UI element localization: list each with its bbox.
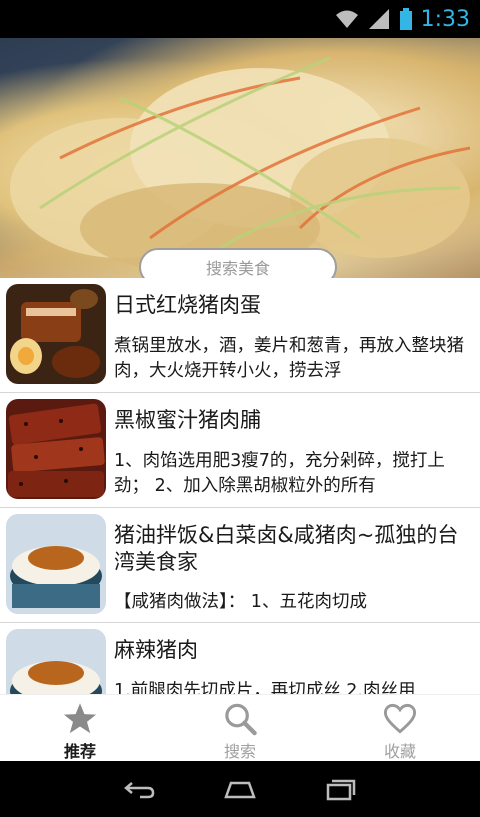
status-bar: 1:33 [0, 0, 480, 38]
recipe-item-4[interactable]: 麻辣猪肉 1.前腿肉先切成片，再切成丝 2.肉丝用 [0, 623, 480, 694]
recipe-item-3[interactable]: 猪油拌饭&白菜卤&咸猪肉~孤独的台湾美食家 【咸猪肉做法】： 1、五花肉切成 [0, 508, 480, 623]
recipe-item-1[interactable]: 日式红烧猪肉蛋 煮锅里放水，酒，姜片和葱青，再放入整块猪肉，大火烧开转小火，捞去… [0, 278, 480, 393]
recent-apps-icon[interactable] [322, 777, 358, 801]
recipe-title: 日式红烧猪肉蛋 [114, 293, 261, 317]
tab-label: 推荐 [63, 742, 96, 761]
star-icon [63, 703, 97, 734]
heart-icon [383, 703, 417, 734]
tab-label: 收藏 [383, 742, 416, 761]
search-icon [225, 703, 257, 736]
recipe-description: 1、肉馅选用肥3瘦7的，充分剁碎，搅打上劲； 2、加入除黑胡椒粒外的所有 [114, 451, 445, 496]
hero-food-illustration [10, 56, 471, 273]
battery-icon [399, 8, 412, 30]
recipe-title: 猪油拌饭&白菜卤&咸猪肉~孤独的台湾美食家 [114, 523, 459, 574]
recipe-description: 【咸猪肉做法】： 1、五花肉切成 [114, 592, 367, 612]
recipe-title: 黑椒蜜汁猪肉脯 [114, 408, 261, 432]
tab-label: 搜索 [223, 742, 256, 761]
system-navigation-bar [0, 761, 480, 817]
search-input[interactable]: 搜索美食 [139, 248, 337, 278]
wifi-icon [335, 10, 358, 28]
tab-search[interactable]: 搜索 [160, 695, 320, 762]
signal-icon [368, 9, 389, 29]
tab-favorites[interactable]: 收藏 [320, 695, 480, 762]
recipe-description: 1.前腿肉先切成片，再切成丝 2.肉丝用 [114, 681, 416, 694]
home-icon[interactable] [222, 777, 258, 801]
recipe-thumbnail [6, 514, 106, 614]
recipe-list[interactable]: 日式红烧猪肉蛋 煮锅里放水，酒，姜片和葱青，再放入整块猪肉，大火烧开转小火，捞去… [0, 278, 480, 694]
recipe-thumbnail [6, 284, 106, 384]
recipe-title: 麻辣猪肉 [114, 638, 198, 662]
search-placeholder: 搜索美食 [205, 259, 270, 278]
recipe-thumbnail [6, 399, 106, 499]
recipe-thumbnail [6, 629, 106, 694]
hero-banner-image: 搜索美食 [0, 38, 480, 278]
status-time: 1:33 [420, 6, 470, 32]
tab-recommend[interactable]: 推荐 [0, 695, 160, 762]
recipe-description: 煮锅里放水，酒，姜片和葱青，再放入整块猪肉，大火烧开转小火，捞去浮 [114, 336, 464, 381]
bottom-tab-bar: 推荐 搜索 收藏 [0, 694, 480, 762]
back-icon[interactable] [122, 777, 158, 801]
recipe-item-2[interactable]: 黑椒蜜汁猪肉脯 1、肉馅选用肥3瘦7的，充分剁碎，搅打上劲； 2、加入除黑胡椒粒… [0, 393, 480, 508]
